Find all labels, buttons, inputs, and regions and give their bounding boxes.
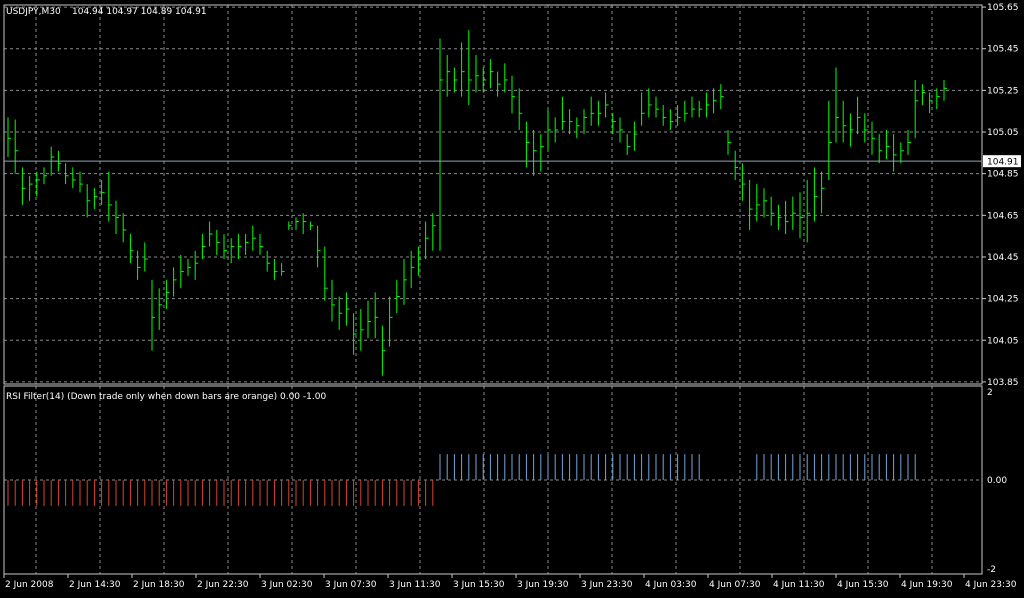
chart-window[interactable]: 105.65 105.45 105.25 105.05 104.85 104.65 104.… (0, 0, 1024, 594)
chart-svg: 105.65 105.45 105.25 105.05 104.85 104.65 104.… (0, 0, 1024, 594)
price-tick-label: 105.45 (987, 45, 1019, 55)
rsi-tick-label: 2 (987, 388, 993, 398)
current-price-label: 104.91 (987, 158, 1019, 168)
price-tick-label: 104.65 (987, 211, 1019, 221)
time-tick-label: 2 Jun 14:30 (69, 580, 121, 590)
time-tick-label: 4 Jun 23:30 (965, 580, 1017, 590)
chart-symbol-label: USDJPY,M30 (6, 7, 61, 17)
time-tick-label: 4 Jun 11:30 (773, 580, 825, 590)
time-tick-label: 4 Jun 03:30 (645, 580, 697, 590)
time-tick-label: 3 Jun 23:30 (581, 580, 633, 590)
time-tick-label: 3 Jun 19:30 (517, 580, 569, 590)
time-tick-label: 4 Jun 19:30 (901, 580, 953, 590)
time-tick-label: 2 Jun 22:30 (197, 580, 249, 590)
price-tick-label: 104.45 (987, 253, 1019, 263)
time-tick-label: 3 Jun 02:30 (261, 580, 313, 590)
time-tick-label: 4 Jun 07:30 (709, 580, 761, 590)
price-tick-label: 104.05 (987, 336, 1019, 346)
price-tick-label: 105.05 (987, 128, 1019, 138)
time-tick-label: 3 Jun 11:30 (389, 580, 441, 590)
price-tick-label: 105.65 (987, 3, 1019, 13)
price-tick-label: 105.25 (987, 86, 1019, 96)
price-tick-label: 104.25 (987, 295, 1019, 305)
chart-ohlc-label: 104.94 104.97 104.89 104.91 (72, 7, 207, 17)
rsi-tick-label: 0.00 (987, 476, 1007, 486)
time-tick-label: 3 Jun 07:30 (325, 580, 377, 590)
time-tick-label: 2 Jun 2008 (5, 580, 54, 590)
rsi-indicator-title: RSI Filter(14) (Down trade only when dow… (6, 392, 326, 402)
price-tick-label: 104.85 (987, 170, 1019, 180)
rsi-tick-label: -2 (987, 565, 996, 575)
time-tick-label: 3 Jun 15:30 (453, 580, 505, 590)
time-tick-label: 4 Jun 15:30 (837, 580, 889, 590)
price-tick-label: 103.85 (987, 378, 1019, 388)
time-tick-label: 2 Jun 18:30 (133, 580, 185, 590)
